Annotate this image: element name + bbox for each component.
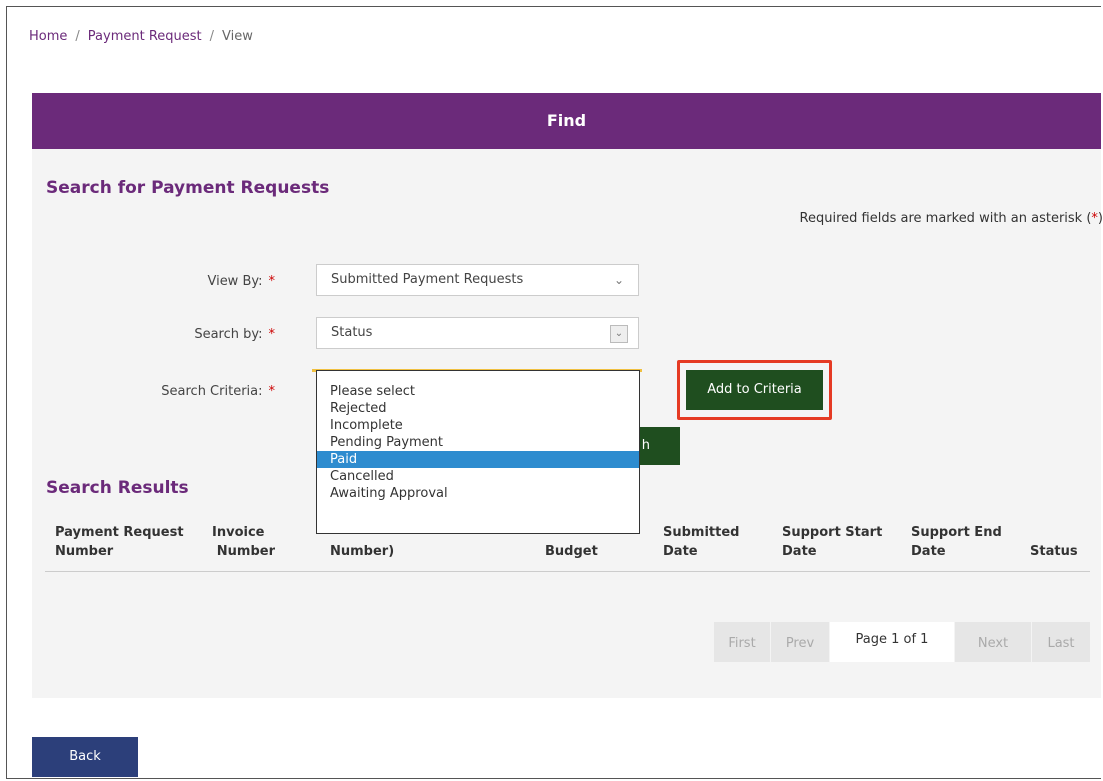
breadcrumb-payment-request-link[interactable]: Payment Request — [88, 29, 202, 44]
column-header-line2: Date — [663, 544, 698, 559]
column-header-line2: Date — [782, 544, 817, 559]
column-status[interactable]: Status — [1030, 542, 1078, 561]
column-header-line2: Number) — [330, 544, 395, 559]
search-by-value: Status — [331, 325, 373, 340]
breadcrumb-separator: / — [75, 29, 80, 44]
search-by-label: Search by: * — [75, 327, 275, 342]
column-support-budget[interactable]: Budget — [545, 542, 598, 561]
column-participant-name[interactable]: Number) — [330, 542, 394, 561]
search-by-select[interactable]: Status ⌄ — [316, 317, 639, 349]
required-star: * — [268, 274, 276, 289]
criteria-option[interactable]: Cancelled — [317, 468, 639, 485]
column-payment-request-number[interactable]: Payment Request Number — [55, 523, 184, 561]
column-header-line1: Payment Request — [55, 525, 184, 540]
pager-next[interactable]: Next — [955, 622, 1031, 662]
column-header-line2: Status — [1030, 544, 1078, 559]
column-header-line1: Invoice — [212, 525, 265, 540]
table-header-divider — [45, 571, 1090, 572]
search-criteria-dropdown[interactable]: Please select Rejected Incomplete Pendin… — [316, 370, 640, 534]
required-note-text: Required fields are marked with an aster… — [799, 211, 1092, 226]
criteria-option[interactable]: Pending Payment — [317, 434, 639, 451]
search-criteria-label-text: Search Criteria: — [161, 384, 263, 399]
required-fields-note: Required fields are marked with an aster… — [800, 211, 1103, 226]
view-by-select[interactable]: Submitted Payment Requests ⌄ — [316, 264, 639, 296]
column-header-line1: Submitted — [663, 525, 740, 540]
pagination: First Prev Page 1 of 1 Next Last — [714, 622, 1090, 662]
column-header-line1: Support Start — [782, 525, 883, 540]
view-by-label: View By: * — [75, 274, 275, 289]
search-by-label-text: Search by: — [194, 327, 263, 342]
pager-last[interactable]: Last — [1032, 622, 1090, 662]
pager-page-indicator: Page 1 of 1 — [830, 622, 954, 662]
column-invoice-number[interactable]: Invoice Number — [212, 523, 275, 561]
required-note-close: ) — [1097, 211, 1103, 226]
required-star: * — [268, 384, 276, 399]
column-submitted-date[interactable]: Submitted Date — [663, 523, 739, 561]
column-header-line1: Support End — [911, 525, 1002, 540]
column-header-line2: Date — [911, 544, 946, 559]
breadcrumb: Home / Payment Request / View — [29, 29, 253, 44]
column-header-line2: Number — [55, 544, 114, 559]
criteria-option-highlighted[interactable]: Paid — [317, 451, 639, 468]
panel-header: Find — [32, 93, 1101, 149]
search-criteria-label: Search Criteria: * — [75, 384, 275, 399]
column-support-start-date[interactable]: Support Start Date — [782, 523, 882, 561]
criteria-option[interactable]: Please select — [317, 383, 639, 400]
search-results-title: Search Results — [46, 478, 189, 498]
search-section-title: Search for Payment Requests — [46, 178, 330, 198]
column-header-line2: Budget — [545, 544, 598, 559]
back-button[interactable]: Back — [32, 737, 138, 777]
view-by-label-text: View By: — [207, 274, 263, 289]
breadcrumb-home-link[interactable]: Home — [29, 29, 67, 44]
required-star: * — [268, 327, 276, 342]
add-to-criteria-button[interactable]: Add to Criteria — [686, 370, 823, 410]
criteria-option[interactable]: Incomplete — [317, 417, 639, 434]
criteria-option[interactable]: Awaiting Approval — [317, 485, 639, 502]
pager-prev[interactable]: Prev — [771, 622, 829, 662]
chevron-down-icon: ⌄ — [613, 273, 624, 287]
pager-first[interactable]: First — [714, 622, 770, 662]
criteria-option[interactable]: Rejected — [317, 400, 639, 417]
column-header-line2: Number — [216, 544, 275, 559]
view-by-value: Submitted Payment Requests — [331, 272, 524, 287]
column-support-end-date[interactable]: Support End Date — [911, 523, 1002, 561]
breadcrumb-current: View — [222, 29, 253, 44]
chevron-down-icon: ⌄ — [610, 325, 628, 343]
breadcrumb-separator: / — [209, 29, 215, 44]
